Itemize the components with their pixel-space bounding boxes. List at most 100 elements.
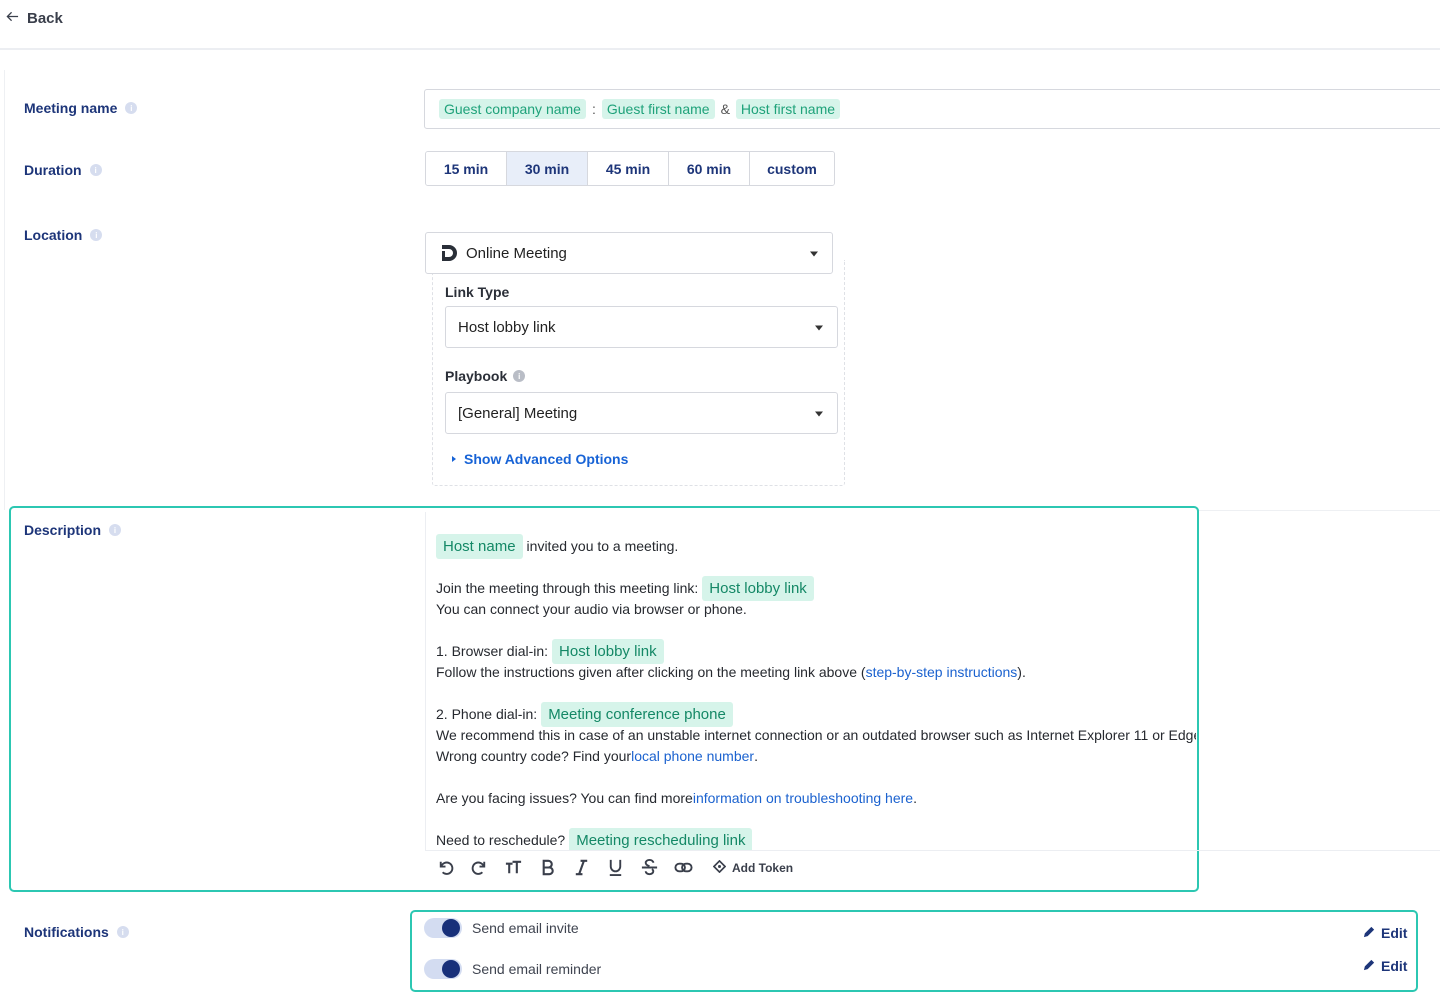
editor-text: 2. Phone dial-in: <box>436 706 538 722</box>
playbook-label: Playbook i <box>445 368 526 384</box>
editor-text: . <box>754 748 758 764</box>
step-by-step-instructions-link[interactable]: step-by-step instructions <box>866 662 1018 683</box>
editor-text: invited you to a meeting. <box>526 538 679 554</box>
diamond-icon <box>712 859 727 876</box>
edit-reminder-button[interactable]: Edit <box>1363 958 1407 974</box>
editor-text: Wrong country code? Find your <box>436 748 632 764</box>
editor-text: ). <box>1017 664 1026 680</box>
arrow-left-icon <box>6 10 19 27</box>
meeting-name-label-text: Meeting name <box>24 100 118 116</box>
caret-right-icon <box>452 456 456 462</box>
editor-line: Wrong country code? Find your local phon… <box>436 746 1196 767</box>
editor-line: Are you facing issues? You can find more… <box>436 788 1196 809</box>
edit-label: Edit <box>1381 958 1408 974</box>
link-type-label: Link Type <box>445 284 509 300</box>
duration-15-button[interactable]: 15 min <box>426 152 507 185</box>
meeting-name-label: Meeting name i <box>24 100 138 116</box>
caret-down-icon <box>810 251 818 257</box>
underline-icon[interactable] <box>603 856 627 880</box>
editor-text: We recommend this in case of an unstable… <box>436 727 1196 743</box>
location-label-text: Location <box>24 227 83 243</box>
editor-text: Are you facing issues? You can find more <box>436 790 693 806</box>
token-host-first-name[interactable]: Host first name <box>735 99 841 119</box>
info-icon[interactable]: i <box>90 229 103 241</box>
editor-line: We recommend this in case of an unstable… <box>436 725 1196 746</box>
send-email-invite-toggle[interactable] <box>424 918 462 938</box>
separator: & <box>720 101 730 117</box>
add-token-button[interactable]: Add Token <box>712 859 794 876</box>
advanced-label: Show Advanced Options <box>464 451 629 467</box>
description-label-text: Description <box>24 522 102 538</box>
bold-icon[interactable] <box>535 856 559 880</box>
info-icon[interactable]: i <box>89 164 102 176</box>
duration-selector: 15 min 30 min 45 min 60 min custom <box>425 151 835 186</box>
info-icon[interactable]: i <box>109 524 122 536</box>
top-bar: Back <box>0 0 1440 50</box>
editor-text: . <box>913 790 917 806</box>
editor-text: You can connect your audio via browser o… <box>436 601 747 617</box>
editor-line: Need to reschedule? Meeting rescheduling… <box>436 828 1196 850</box>
notification-label: Send email invite <box>472 920 579 936</box>
token-host-lobby-link[interactable]: Host lobby link <box>552 639 664 664</box>
meeting-name-input[interactable]: Guest company name : Guest first name & … <box>424 89 1440 129</box>
caret-down-icon <box>815 411 823 417</box>
playbook-label-text: Playbook <box>445 368 508 384</box>
notification-row: Send email invite <box>424 918 579 938</box>
editor-line: 2. Phone dial-in: Meeting conference pho… <box>436 702 1196 727</box>
send-email-reminder-toggle[interactable] <box>424 959 462 979</box>
add-token-label: Add Token <box>732 860 794 875</box>
editor-line: You can connect your audio via browser o… <box>436 599 1196 620</box>
editor-text: Follow the instructions given after clic… <box>436 664 866 680</box>
editor-text: Join the meeting through this meeting li… <box>436 580 699 596</box>
pencil-icon <box>1363 958 1376 974</box>
link-type-label-text: Link Type <box>445 284 510 300</box>
info-icon[interactable]: i <box>513 370 526 382</box>
divider <box>1198 510 1440 511</box>
description-label: Description i <box>24 522 122 538</box>
editor-line: 1. Browser dial-in: Host lobby link <box>436 639 1196 664</box>
editor-text: Need to reschedule? <box>436 832 566 848</box>
token-meeting-conference-phone[interactable]: Meeting conference phone <box>541 702 733 727</box>
playbook-value: [General] Meeting <box>458 404 578 422</box>
show-advanced-options-link[interactable]: Show Advanced Options <box>452 451 628 467</box>
notification-row: Send email reminder <box>424 959 601 979</box>
duration-60-button[interactable]: 60 min <box>669 152 750 185</box>
troubleshooting-link[interactable]: information on troubleshooting here <box>693 788 913 809</box>
text-size-icon[interactable] <box>501 856 525 880</box>
playbook-select[interactable]: [General] Meeting <box>445 392 838 434</box>
undo-icon[interactable] <box>433 856 457 880</box>
duration-custom-button[interactable]: custom <box>750 152 834 185</box>
edit-label: Edit <box>1381 925 1408 941</box>
duration-45-button[interactable]: 45 min <box>588 152 669 185</box>
local-phone-number-link[interactable]: local phone number <box>631 746 754 767</box>
back-button[interactable]: Back <box>6 10 63 27</box>
token-guest-first-name[interactable]: Guest first name <box>601 99 715 119</box>
token-host-name[interactable]: Host name <box>436 534 523 559</box>
redo-icon[interactable] <box>467 856 491 880</box>
editor-line: Join the meeting through this meeting li… <box>436 576 1196 601</box>
location-select[interactable]: Online Meeting <box>425 232 833 274</box>
italic-icon[interactable] <box>569 856 593 880</box>
notifications-label-text: Notifications <box>24 924 109 940</box>
link-icon[interactable] <box>671 856 695 880</box>
link-type-select[interactable]: Host lobby link <box>445 306 838 348</box>
token-meeting-rescheduling-link[interactable]: Meeting rescheduling link <box>569 828 753 850</box>
notification-label: Send email reminder <box>472 961 602 977</box>
editor-text: 1. Browser dial-in: <box>436 643 549 659</box>
token-guest-company-name[interactable]: Guest company name <box>439 99 586 119</box>
duration-30-button[interactable]: 30 min <box>507 152 588 185</box>
info-icon[interactable]: i <box>116 926 129 938</box>
separator: : <box>591 101 596 117</box>
info-icon[interactable]: i <box>125 102 138 114</box>
strikethrough-icon[interactable] <box>637 856 661 880</box>
location-select-value: Online Meeting <box>466 244 567 262</box>
location-label: Location i <box>24 227 103 243</box>
token-host-lobby-link[interactable]: Host lobby link <box>702 576 814 601</box>
duration-label: Duration i <box>24 162 102 178</box>
back-label: Back <box>27 10 63 27</box>
link-type-value: Host lobby link <box>458 318 556 336</box>
notifications-label: Notifications i <box>24 924 129 940</box>
pencil-icon <box>1363 925 1376 941</box>
edit-invite-button[interactable]: Edit <box>1363 925 1407 941</box>
description-editor[interactable]: Host name invited you to a meeting. Join… <box>425 512 1196 850</box>
